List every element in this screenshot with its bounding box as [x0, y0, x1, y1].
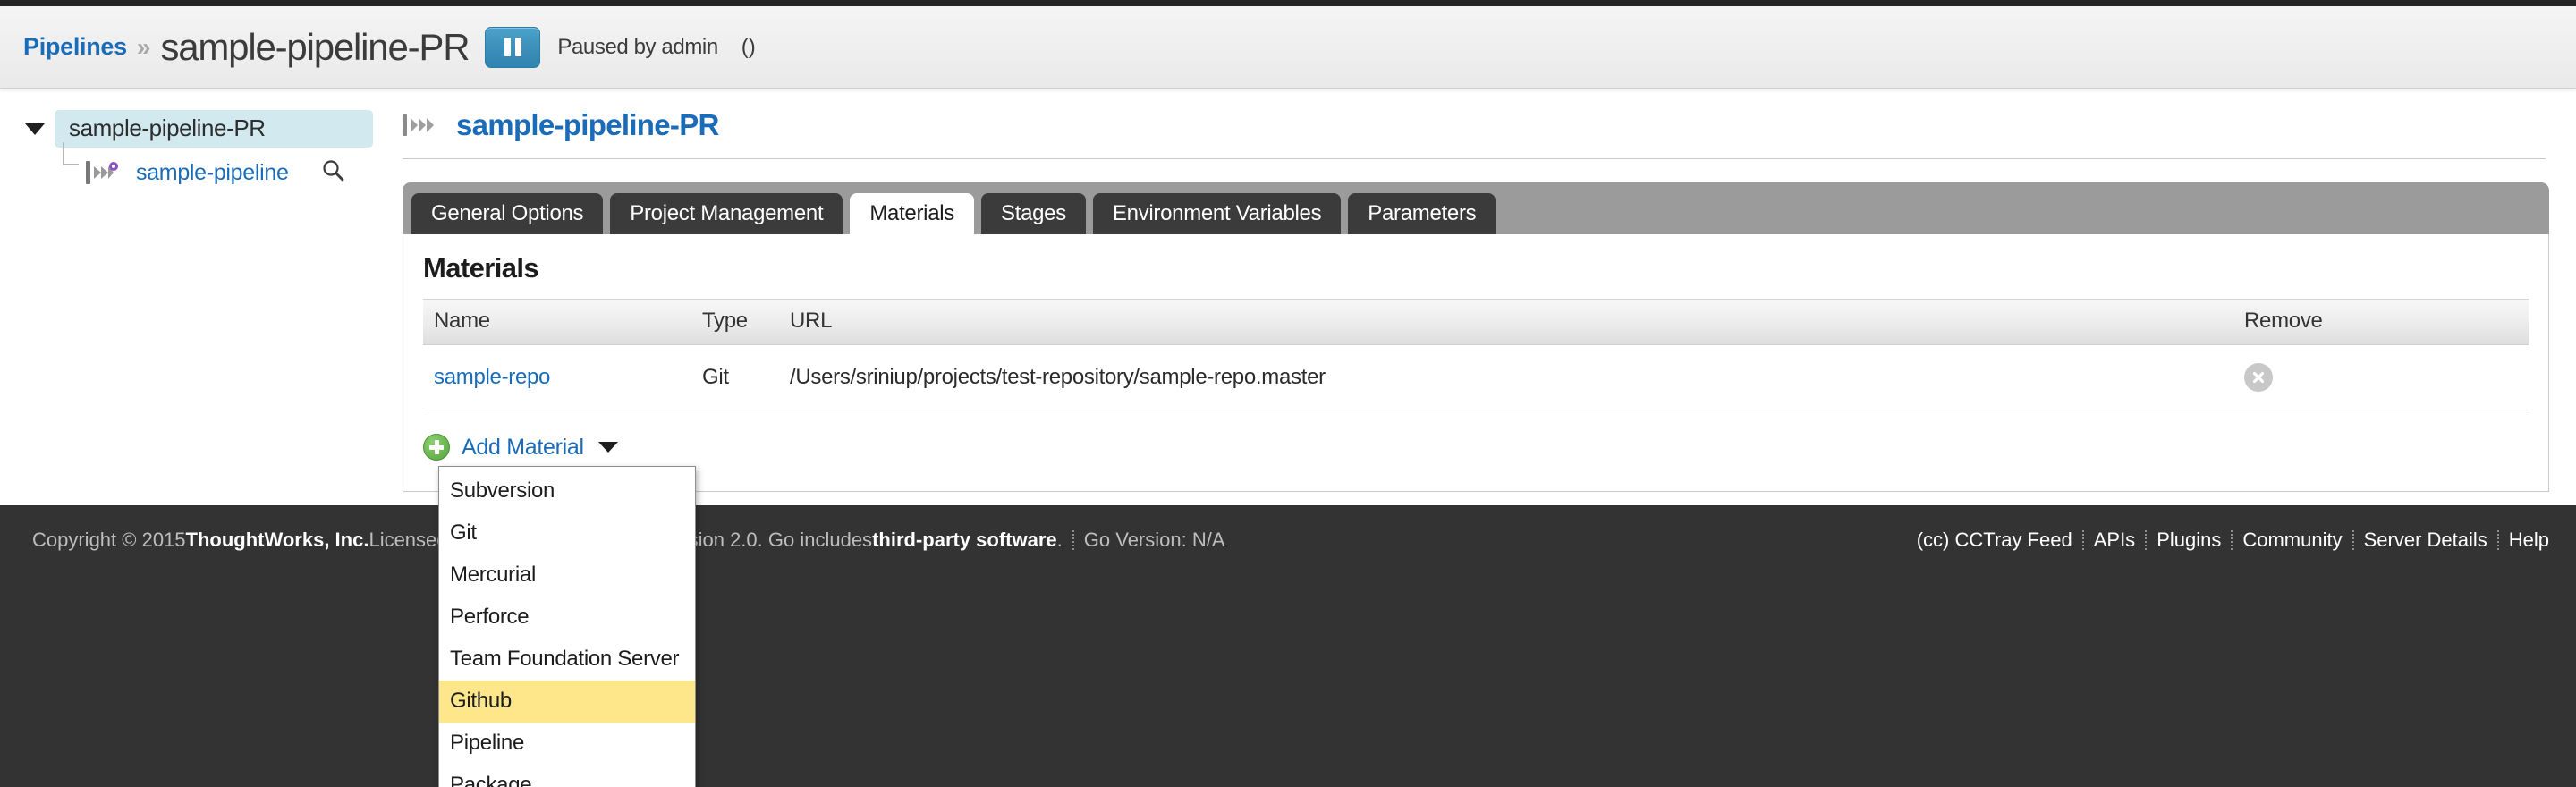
- tab-materials[interactable]: Materials: [850, 193, 974, 234]
- top-dark-strip: [0, 0, 2576, 6]
- pause-reason-text: (): [741, 34, 756, 59]
- column-header-remove: Remove: [2233, 299, 2529, 345]
- menu-item-perforce[interactable]: Perforce: [439, 597, 695, 639]
- footer-company: ThoughtWorks, Inc.: [185, 529, 369, 551]
- footer-divider: [2496, 530, 2499, 550]
- footer-link-community[interactable]: Community: [2242, 529, 2342, 552]
- footer-links: (cc) CCTray Feed APIs Plugins Community …: [1917, 529, 2549, 552]
- pause-icon-bar-2: [514, 38, 521, 56]
- cell-remove: [2233, 344, 2529, 410]
- cell-name: sample-repo: [423, 344, 691, 410]
- footer-includes-suffix: .: [1056, 529, 1063, 551]
- sidebar-item-sample-pipeline[interactable]: sample-pipeline: [136, 160, 289, 186]
- footer-link-plugins[interactable]: Plugins: [2157, 529, 2221, 552]
- chevrons-right-icon: [402, 113, 442, 138]
- column-header-name: Name: [423, 299, 691, 345]
- menu-item-package[interactable]: Package: [439, 765, 695, 787]
- sidebar-pipeline-tree: sample-pipeline-PR sample-pipeline: [0, 89, 402, 192]
- add-material-dropdown-menu[interactable]: Subversion Git Mercurial Perforce Team F…: [438, 466, 696, 787]
- footer-divider: [1072, 530, 1074, 550]
- footer-link-help[interactable]: Help: [2509, 529, 2549, 552]
- tree-root-row[interactable]: sample-pipeline-PR: [0, 110, 402, 148]
- footer-divider: [2351, 530, 2354, 550]
- remove-circle-icon[interactable]: [2244, 363, 2273, 392]
- table-row: sample-repo Git /Users/sriniup/projects/…: [423, 344, 2529, 410]
- tree-child-row: sample-pipeline: [0, 142, 402, 192]
- tree-elbow-connector: [63, 142, 79, 165]
- page-header: Pipelines » sample-pipeline-PR Paused by…: [0, 6, 2576, 89]
- cell-type: Git: [691, 344, 779, 410]
- materials-table: Name Type URL Remove sample-repo Git /Us…: [423, 299, 2529, 410]
- footer-third-party-link[interactable]: third-party software: [872, 529, 1057, 552]
- menu-item-mercurial[interactable]: Mercurial: [439, 554, 695, 597]
- sidebar-group-label[interactable]: sample-pipeline-PR: [55, 110, 373, 148]
- caret-down-icon[interactable]: [597, 442, 618, 453]
- page-title: sample-pipeline-PR: [160, 25, 470, 68]
- cell-url: /Users/sriniup/projects/test-repository/…: [779, 344, 2233, 410]
- materials-panel: Materials Name Type URL Remove sample-re…: [402, 234, 2549, 787]
- search-icon[interactable]: [321, 158, 346, 188]
- footer-divider: [2145, 530, 2148, 550]
- column-header-type: Type: [691, 299, 779, 345]
- footer-link-cctray-feed[interactable]: (cc) CCTray Feed: [1917, 529, 2072, 552]
- menu-item-github[interactable]: Github: [439, 681, 695, 723]
- footer-copyright-prefix: Copyright © 2015: [32, 529, 186, 551]
- footer-includes-prefix: . Go includes: [757, 529, 873, 551]
- tab-stages[interactable]: Stages: [981, 193, 1086, 234]
- plus-circle-icon[interactable]: [423, 434, 450, 461]
- column-header-url: URL: [779, 299, 2233, 345]
- add-material-row: Add Material Subversion Git Mercurial Pe…: [423, 434, 2529, 787]
- pause-status-text: Paused by admin: [557, 34, 718, 59]
- main-content: sample-pipeline-PR General Options Proje…: [402, 89, 2576, 787]
- footer-go-version: Go Version: N/A: [1083, 529, 1225, 551]
- footer-link-server-details[interactable]: Server Details: [2364, 529, 2487, 552]
- menu-item-pipeline[interactable]: Pipeline: [439, 723, 695, 765]
- main-title-row: sample-pipeline-PR: [402, 108, 2546, 159]
- menu-item-subversion[interactable]: Subversion: [439, 470, 695, 512]
- page-footer: Copyright © 2015 ThoughtWorks, Inc. Lice…: [0, 505, 2576, 787]
- table-header-row: Name Type URL Remove: [423, 299, 2529, 345]
- footer-link-apis[interactable]: APIs: [2094, 529, 2135, 552]
- footer-divider: [2231, 530, 2233, 550]
- menu-item-team-foundation-server[interactable]: Team Foundation Server: [439, 639, 695, 681]
- material-name-link[interactable]: sample-repo: [434, 365, 550, 389]
- pause-toggle-button[interactable]: [485, 26, 541, 68]
- tab-bar: General Options Project Management Mater…: [402, 182, 2549, 234]
- menu-item-git[interactable]: Git: [439, 512, 695, 554]
- triangle-down-icon[interactable]: [25, 123, 45, 135]
- section-title: Materials: [423, 252, 539, 283]
- pause-icon: [504, 38, 511, 56]
- main-pipeline-title: sample-pipeline-PR: [456, 108, 719, 141]
- tab-environment-variables[interactable]: Environment Variables: [1092, 193, 1342, 234]
- body-wrapper: sample-pipeline-PR sample-pipeline sampl…: [0, 89, 2576, 787]
- tab-parameters[interactable]: Parameters: [1348, 193, 1496, 234]
- footer-divider: [2081, 530, 2084, 550]
- breadcrumb-separator: »: [136, 32, 151, 61]
- add-material-button[interactable]: Add Material: [462, 435, 584, 461]
- breadcrumb-pipelines-link[interactable]: Pipelines: [23, 33, 127, 61]
- tab-project-management[interactable]: Project Management: [610, 193, 843, 234]
- tab-general-options[interactable]: General Options: [411, 193, 604, 234]
- pipeline-material-icon: [86, 159, 122, 186]
